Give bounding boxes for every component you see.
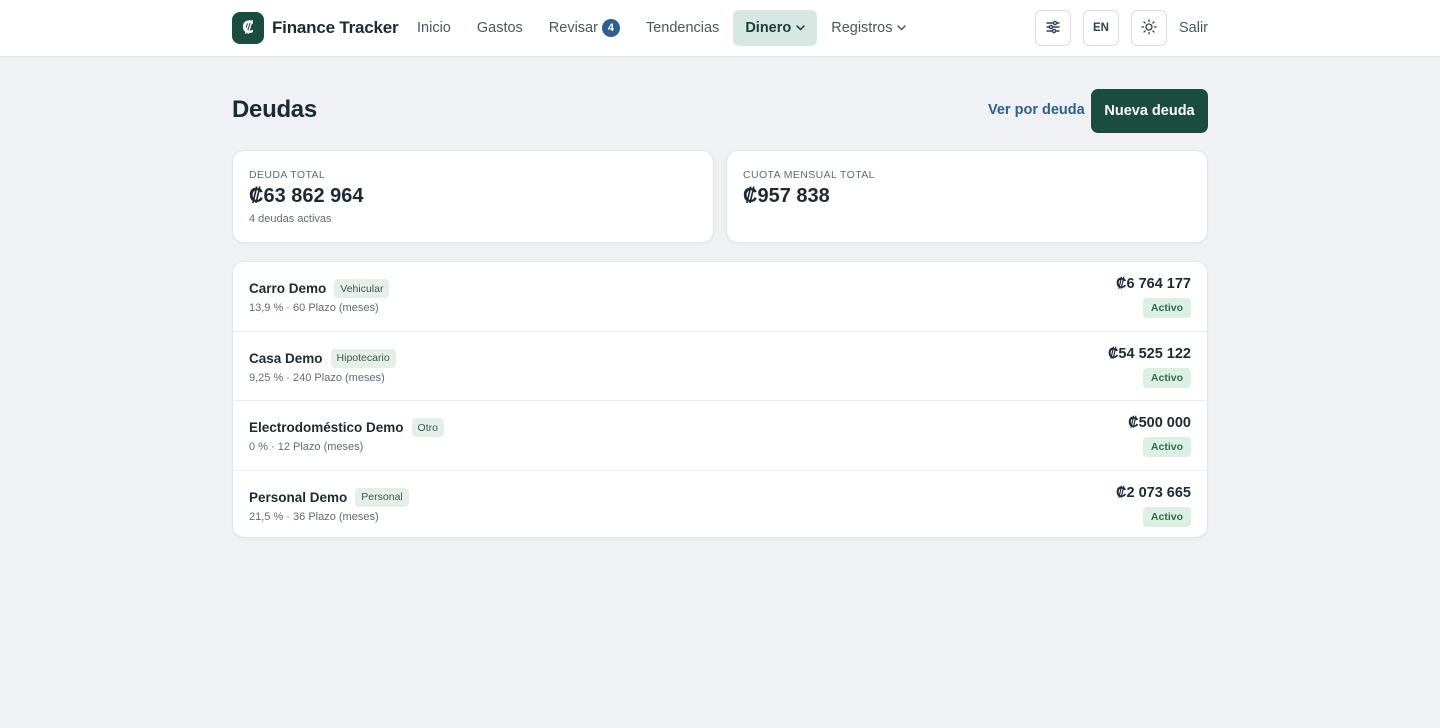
nav-item-revisar[interactable]: Revisar 4 [537, 10, 632, 46]
debt-list: Carro Demo Vehicular 13,9 % · 60 Plazo (… [232, 261, 1208, 538]
nav-label: Tendencias [645, 20, 720, 36]
debt-row[interactable]: Carro Demo Vehicular 13,9 % · 60 Plazo (… [233, 262, 1207, 332]
nav-label: Dinero [745, 20, 792, 36]
debt-meta: 21,5 % · 36 Plazo (meses) [249, 510, 379, 523]
debt-amount: ₡500 000 [1128, 415, 1191, 431]
total-debt-value: ₡63 862 964 [249, 185, 364, 207]
debt-name: Personal Demo [249, 489, 348, 505]
review-count-badge: 4 [601, 19, 620, 37]
chevron-down-icon [897, 25, 907, 31]
view-by-debt-link[interactable]: Ver por deuda [988, 102, 1085, 118]
brand-name: Finance Tracker [272, 18, 399, 37]
main-nav: Inicio Gastos Revisar 4 Tendencias Diner… [405, 10, 920, 46]
nav-item-dinero[interactable]: Dinero [733, 10, 818, 46]
debt-name: Electrodoméstico Demo [249, 420, 404, 435]
chevron-down-icon [796, 25, 805, 31]
nav-actions: EN Salir [1034, 10, 1208, 46]
debt-type-tag: Otro [411, 418, 444, 437]
debt-name: Casa Demo [249, 350, 323, 366]
nav-label: Registros [831, 20, 893, 36]
theme-toggle-button[interactable] [1130, 10, 1167, 46]
status-badge: Activo [1142, 437, 1191, 457]
nav-label: Gastos [476, 20, 523, 36]
nav-item-tendencias[interactable]: Tendencias [634, 10, 731, 46]
sliders-icon [1045, 19, 1061, 38]
nav-item-registros[interactable]: Registros [819, 10, 918, 46]
active-debts-count: 4 deudas activas [249, 213, 332, 225]
status-badge: Activo [1142, 367, 1191, 388]
monthly-payment-value: ₡957 838 [743, 185, 830, 207]
debt-type-tag: Personal [355, 487, 409, 507]
debt-type-tag: Hipotecario [330, 348, 396, 368]
page-title: Deudas [232, 96, 317, 123]
debt-amount: ₡6 764 177 [1116, 276, 1191, 292]
debt-amount: ₡54 525 122 [1107, 345, 1191, 362]
status-badge: Activo [1142, 506, 1191, 527]
monthly-payment-card: CUOTA MENSUAL TOTAL ₡957 838 [726, 150, 1208, 243]
nav-label: Inicio [417, 20, 451, 36]
nav-item-gastos[interactable]: Gastos [465, 10, 535, 46]
total-debt-card: DEUDA TOTAL ₡63 862 964 4 deudas activas [232, 150, 714, 243]
debt-meta: 9,25 % · 240 Plazo (meses) [249, 371, 385, 384]
nav-item-inicio[interactable]: Inicio [405, 10, 463, 46]
sun-icon [1141, 18, 1157, 38]
language-button[interactable]: EN [1082, 10, 1119, 46]
debt-row[interactable]: Casa Demo Hipotecario 9,25 % · 240 Plazo… [233, 332, 1207, 401]
total-debt-label: DEUDA TOTAL [249, 169, 326, 181]
debt-meta: 0 % · 12 Plazo (meses) [249, 441, 364, 453]
brand[interactable]: ₡ Finance Tracker [232, 12, 399, 44]
nav-label: Revisar [548, 20, 598, 36]
top-navbar: ₡ Finance Tracker Inicio Gastos Revisar … [0, 0, 1440, 57]
language-label: EN [1092, 22, 1109, 34]
logout-button[interactable]: Salir [1179, 20, 1208, 36]
debt-row[interactable]: Personal Demo Personal 21,5 % · 36 Plazo… [233, 471, 1207, 538]
debt-row[interactable]: Electrodoméstico Demo Otro 0 % · 12 Plaz… [233, 401, 1207, 471]
debt-name: Carro Demo [249, 281, 327, 296]
colon-logo-icon: ₡ [232, 12, 264, 44]
new-debt-button[interactable]: Nueva deuda [1091, 89, 1208, 133]
status-badge: Activo [1142, 298, 1191, 318]
settings-button[interactable] [1034, 10, 1071, 46]
debt-type-tag: Vehicular [334, 279, 390, 298]
debt-meta: 13,9 % · 60 Plazo (meses) [249, 302, 379, 314]
monthly-payment-label: CUOTA MENSUAL TOTAL [743, 169, 875, 181]
debt-amount: ₡2 073 665 [1116, 484, 1191, 501]
